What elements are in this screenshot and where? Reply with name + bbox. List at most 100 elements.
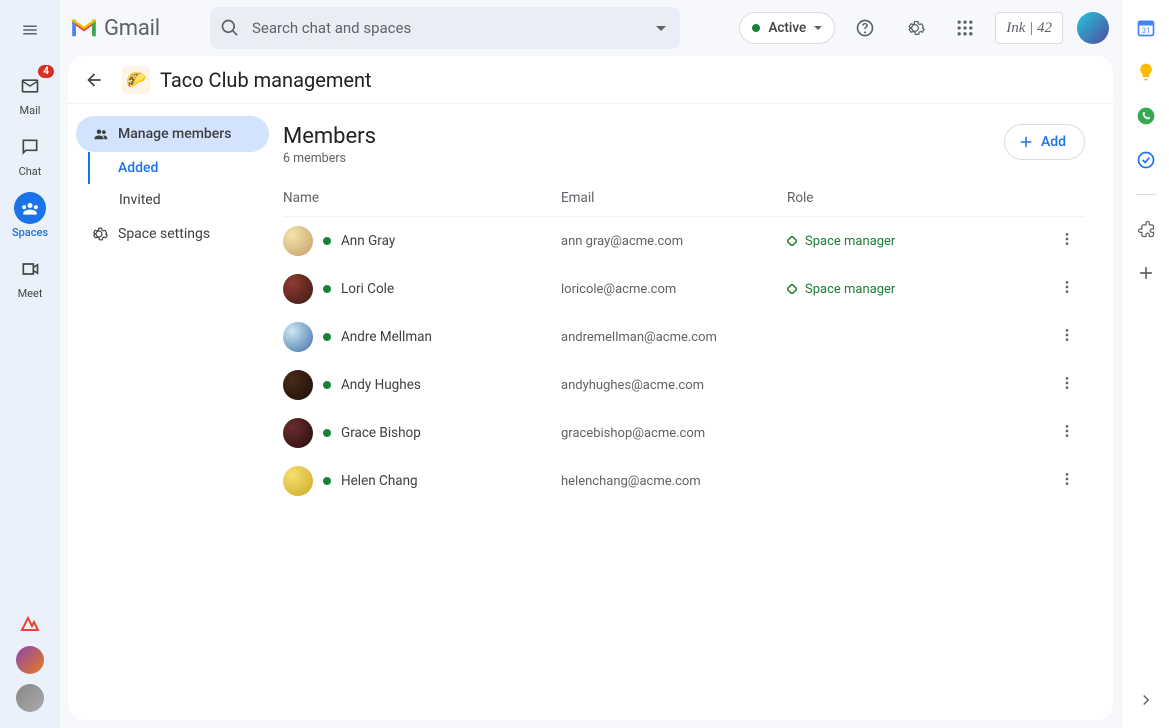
more-vert-icon [1059, 375, 1075, 391]
phone-icon [1136, 106, 1156, 126]
status-label: Active [768, 20, 806, 36]
topbar: Gmail Search chat and spaces Active Ink … [60, 0, 1121, 56]
more-vert-icon [1059, 279, 1075, 295]
manager-badge-icon [787, 284, 797, 294]
member-email: loricole@acme.com [561, 282, 787, 297]
search-placeholder: Search chat and spaces [252, 19, 656, 37]
submenu-invited[interactable]: Invited [88, 184, 269, 216]
more-vert-icon [1059, 423, 1075, 439]
member-name: Andy Hughes [341, 377, 421, 393]
table-row: Andre Mellman andremellman@acme.com [283, 313, 1085, 361]
member-role: Space manager [787, 282, 1049, 297]
member-email: ann gray@acme.com [561, 234, 787, 249]
row-menu-button[interactable] [1049, 471, 1085, 491]
nav-mail-label: Mail [20, 104, 41, 117]
nav-mail[interactable]: 4 Mail [0, 66, 60, 127]
arrow-left-icon [84, 70, 104, 90]
workspace-label[interactable]: Ink | 42 [995, 12, 1063, 44]
menu-space-settings-label: Space settings [118, 226, 210, 242]
members-table: Name Email Role Ann Grayann gray@acme.co… [283, 184, 1085, 505]
voice-app-button[interactable] [1136, 106, 1156, 126]
member-avatar [283, 322, 313, 352]
more-vert-icon [1059, 231, 1075, 247]
add-member-button[interactable]: Add [1004, 124, 1085, 160]
nav-meet[interactable]: Meet [0, 249, 60, 310]
collapse-right-button[interactable] [1130, 684, 1162, 716]
member-email: andremellman@acme.com [561, 330, 787, 345]
members-icon [90, 125, 108, 143]
presence-dot-icon [323, 237, 331, 245]
calendar-app-button[interactable]: 31 [1136, 18, 1156, 38]
nav-chat-label: Chat [19, 165, 42, 178]
plus-icon [1136, 263, 1156, 283]
main-column: Gmail Search chat and spaces Active Ink … [60, 0, 1121, 728]
more-vert-icon [1059, 471, 1075, 487]
member-email: andyhughes@acme.com [561, 378, 787, 393]
member-email: gracebishop@acme.com [561, 426, 787, 441]
mail-icon [20, 76, 40, 96]
members-count: 6 members [283, 151, 376, 166]
get-addons-button[interactable] [1136, 263, 1156, 283]
nav-branding-icon [18, 612, 42, 636]
mail-badge: 4 [38, 65, 54, 78]
presence-dot-icon [323, 285, 331, 293]
table-row: Grace Bishop gracebishop@acme.com [283, 409, 1085, 457]
nav-spaces[interactable]: Spaces [0, 188, 60, 249]
main-menu-button[interactable] [10, 10, 50, 50]
row-menu-button[interactable] [1049, 279, 1085, 299]
svg-text:31: 31 [1141, 26, 1149, 35]
manager-badge-icon [787, 236, 797, 246]
submenu-added[interactable]: Added [88, 152, 269, 184]
row-menu-button[interactable] [1049, 375, 1085, 395]
member-name: Grace Bishop [341, 425, 421, 441]
space-header: 🌮 Taco Club management [68, 56, 1113, 104]
member-name: Ann Gray [341, 233, 395, 249]
meet-icon [20, 259, 40, 279]
nav-chat[interactable]: Chat [0, 127, 60, 188]
nav-dm-avatar-1[interactable] [16, 646, 44, 674]
row-menu-button[interactable] [1049, 423, 1085, 443]
profile-avatar[interactable] [1077, 12, 1109, 44]
apps-button[interactable] [945, 8, 985, 48]
member-name: Andre Mellman [341, 329, 432, 345]
puzzle-icon [1136, 219, 1156, 239]
col-name-header: Name [283, 190, 561, 206]
row-menu-button[interactable] [1049, 327, 1085, 347]
help-button[interactable] [845, 8, 885, 48]
settings-button[interactable] [895, 8, 935, 48]
help-icon [855, 18, 875, 38]
col-email-header: Email [561, 190, 787, 206]
search-input[interactable]: Search chat and spaces [210, 7, 680, 49]
tasks-app-button[interactable] [1136, 150, 1156, 170]
nav-dm-avatar-2[interactable] [16, 684, 44, 712]
left-nav: 4 Mail Chat Spaces Meet [0, 0, 60, 728]
brand[interactable]: Gmail [70, 16, 200, 41]
menu-space-settings[interactable]: Space settings [76, 216, 269, 252]
search-icon [220, 18, 240, 38]
members-heading: Members [283, 124, 376, 149]
presence-dot-icon [323, 429, 331, 437]
spaces-icon [20, 198, 40, 218]
member-name: Lori Cole [341, 281, 394, 297]
chevron-right-icon [1137, 691, 1155, 709]
status-chip[interactable]: Active [739, 12, 835, 44]
table-row: Lori Cole loricole@acme.comSpace manager [283, 265, 1085, 313]
more-vert-icon [1059, 327, 1075, 343]
keep-icon [1136, 62, 1156, 82]
member-email: helenchang@acme.com [561, 474, 787, 489]
right-sidebar-separator [1136, 194, 1156, 195]
gear-icon [90, 225, 108, 243]
row-menu-button[interactable] [1049, 231, 1085, 251]
space-title: Taco Club management [160, 68, 372, 92]
hamburger-icon [21, 21, 39, 39]
search-options-caret-icon[interactable] [656, 26, 666, 31]
back-button[interactable] [76, 62, 112, 98]
add-member-label: Add [1041, 134, 1066, 150]
nav-spaces-label: Spaces [12, 226, 48, 239]
addons-button[interactable] [1136, 219, 1156, 239]
keep-app-button[interactable] [1136, 62, 1156, 82]
table-row: Helen Changhelenchang@acme.com [283, 457, 1085, 505]
submenu-added-label: Added [118, 160, 158, 176]
gmail-logo-icon [70, 17, 98, 39]
menu-manage-members[interactable]: Manage members [76, 116, 269, 152]
